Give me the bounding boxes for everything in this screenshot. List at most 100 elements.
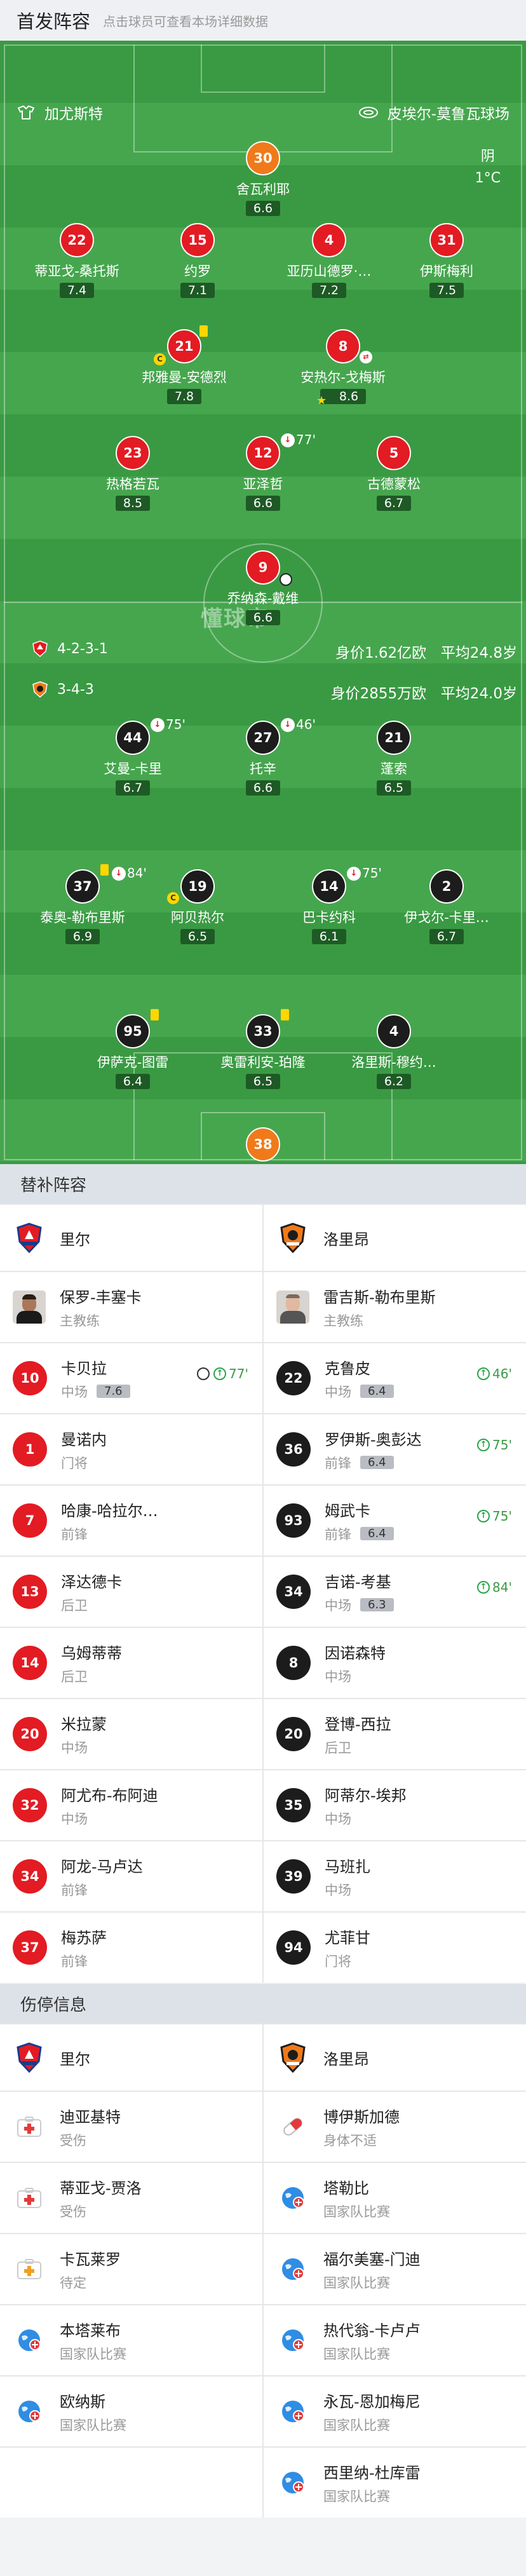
injured-player[interactable]: 本塔莱布 国家队比赛 xyxy=(0,2305,262,2375)
injured-name: 蒂亚戈-贾洛 xyxy=(60,2179,142,2197)
star-icon: ★ xyxy=(316,394,327,407)
injury-reason: 待定 xyxy=(60,2275,86,2291)
sub-name: 乌姆蒂蒂 xyxy=(61,1644,122,1662)
player-number: 23 xyxy=(116,436,150,470)
player-rating: 7.2 xyxy=(311,283,347,298)
player-name: 艾曼-卡里 xyxy=(104,761,162,776)
sub-name: 梅苏萨 xyxy=(61,1929,107,1947)
sub-player[interactable]: 34 阿龙-马卢达 前锋 xyxy=(0,1841,262,1911)
sub-player[interactable]: 1 曼诺内 门将 xyxy=(0,1414,262,1484)
pitch-player[interactable]: 37 泰奥-勒布里斯 6.9 ↓ 84' xyxy=(32,864,147,944)
player-name: 巴卡约科 xyxy=(302,910,356,925)
sub-off-icon: ↓ xyxy=(347,867,361,881)
sub-player[interactable]: 8 因诺森特 中场 xyxy=(264,1628,526,1698)
injured-name: 迪亚基特 xyxy=(60,2108,121,2126)
sub-player[interactable]: 7 哈康-哈拉尔… 前锋 xyxy=(0,1486,262,1556)
player-number: 5 xyxy=(377,436,411,470)
sub-player[interactable]: 34 吉诺-考基 中场 6.3 ↑ 84' xyxy=(264,1557,526,1627)
pitch-player[interactable]: 21 蓬索 6.5 xyxy=(343,721,445,796)
pitch-player[interactable]: 12 亚泽哲 6.6 ↓ 77' xyxy=(212,432,316,511)
pitch-player[interactable]: 15 约罗 7.1 xyxy=(147,223,248,298)
pitch-player[interactable]: 19 阿贝热尔 6.5 C xyxy=(147,869,248,944)
pitch-player[interactable]: 95 伊萨克-图雷 6.4 xyxy=(82,1009,184,1089)
sub-player[interactable]: 13 泽达德卡 后卫 xyxy=(0,1557,262,1627)
injury-away-team[interactable]: 洛里昂 xyxy=(264,2024,526,2091)
injured-player[interactable]: 热代翁-卡卢卢 国家队比赛 xyxy=(264,2305,526,2375)
sub-name: 吉诺-考基 xyxy=(325,1573,391,1591)
player-number: 8 xyxy=(326,329,360,363)
globe-icon xyxy=(276,2395,309,2428)
injured-player[interactable]: 博伊斯加德 身体不适 xyxy=(264,2092,526,2162)
sub-number: 34 xyxy=(13,1859,47,1894)
sub-event: ↑ 75' xyxy=(477,1437,512,1453)
sub-number: 8 xyxy=(276,1646,311,1680)
sub-player[interactable]: 32 阿尤布-布阿迪 中场 xyxy=(0,1770,262,1840)
away-coach[interactable]: 雷吉斯-勒布里斯 主教练 xyxy=(264,1272,526,1342)
player-rating: 6.2 xyxy=(376,1074,412,1089)
injury-home-team[interactable]: 里尔 xyxy=(0,2024,262,2091)
sub-player[interactable]: 20 米拉蒙 中场 xyxy=(0,1699,262,1769)
sub-player[interactable]: 20 登博-西拉 后卫 xyxy=(264,1699,526,1769)
temperature-text: 1°C xyxy=(475,170,501,186)
pitch-player[interactable]: 38姆沃戈7.4 xyxy=(212,1127,314,1164)
sub-player[interactable]: 22 克鲁皮 中场 6.4 ↑ 46' xyxy=(264,1343,526,1413)
pitch-player[interactable]: 23 热格若瓦 8.5 xyxy=(82,436,184,511)
sub-player[interactable]: 35 阿蒂尔-埃邦 中场 xyxy=(264,1770,526,1840)
injury-section-title: 伤停信息 xyxy=(0,1984,526,2023)
pitch-player[interactable]: 4 亚历山德罗·… 7.2 xyxy=(278,223,380,298)
sub-player[interactable]: 14 乌姆蒂蒂 后卫 xyxy=(0,1628,262,1698)
away-formation-text: 3-4-3 xyxy=(57,681,94,698)
player-number: 4 xyxy=(312,223,346,257)
sub-player[interactable]: 93 姆武卡 前锋 6.4 ↑ 75' xyxy=(264,1486,526,1556)
globe-icon xyxy=(276,2466,309,2499)
injured-name: 卡瓦莱罗 xyxy=(60,2250,121,2268)
sub-number: 36 xyxy=(276,1432,311,1467)
injury-reason: 国家队比赛 xyxy=(60,2346,126,2362)
sub-name: 因诺森特 xyxy=(325,1644,386,1662)
subs-away-team[interactable]: 洛里昂 xyxy=(264,1205,526,1271)
sub-player[interactable]: 10 卡贝拉 中场 7.6 ↑ 77' xyxy=(0,1343,262,1413)
sub-position: 中场 xyxy=(61,1740,88,1756)
injured-player[interactable]: 塔勒比 国家队比赛 xyxy=(264,2163,526,2233)
injured-player[interactable]: 福尔美塞-门迪 国家队比赛 xyxy=(264,2234,526,2304)
pitch-player[interactable]: 33 奥雷利安-珀隆 6.5 xyxy=(212,1009,314,1089)
injured-player[interactable]: 迪亚基特 受伤 xyxy=(0,2092,262,2162)
player-number: 2 xyxy=(429,869,464,904)
pitch-player[interactable]: 5 古德蒙松 6.7 xyxy=(343,436,445,511)
pitch-player[interactable]: 44 艾曼-卡里 6.7 ↓ 75' xyxy=(82,717,185,796)
injured-player[interactable]: 卡瓦莱罗 待定 xyxy=(0,2234,262,2304)
globe-icon xyxy=(13,2324,46,2357)
red-cross-icon xyxy=(13,2110,46,2143)
pitch-player[interactable]: 30 舍瓦利耶 6.6 xyxy=(212,141,314,216)
pitch-player[interactable]: 21 邦雅曼-安德烈 7.8 C xyxy=(133,325,235,404)
injured-player[interactable]: 蒂亚戈-贾洛 受伤 xyxy=(0,2163,262,2233)
pitch-player[interactable]: 22 蒂亚戈-桑托斯 7.4 xyxy=(26,223,128,298)
home-coach[interactable]: 保罗-丰塞卡 主教练 xyxy=(0,1272,262,1342)
pitch-player[interactable]: 2 伊戈尔-卡里… 6.7 xyxy=(396,869,497,944)
pitch-player[interactable]: 8 安热尔-戈梅斯 8.6 ⇄ ★ xyxy=(292,329,394,407)
injured-player[interactable]: 永瓦-恩加梅尼 国家队比赛 xyxy=(264,2376,526,2446)
injured-player[interactable]: 西里纳-杜库雷 国家队比赛 xyxy=(264,2448,526,2518)
pitch-player[interactable]: 9 乔纳森-戴维 6.6 xyxy=(212,550,314,625)
pitch-player[interactable]: 27 托辛 6.6 ↓ 46' xyxy=(212,717,316,796)
sub-player[interactable]: 37 梅苏萨 前锋 xyxy=(0,1913,262,1983)
sub-off-icon: ↓ xyxy=(281,718,295,732)
sub-player[interactable]: 39 马班扎 中场 xyxy=(264,1841,526,1911)
sub-number: 20 xyxy=(13,1717,47,1751)
sub-position: 中场 7.6 xyxy=(61,1382,130,1401)
injured-player[interactable]: 欧纳斯 国家队比赛 xyxy=(0,2376,262,2446)
player-name: 舍瓦利耶 xyxy=(236,182,290,197)
sub-player[interactable]: 94 尤菲甘 门将 xyxy=(264,1913,526,1983)
home-value: 身价1.62亿欧 平均24.8岁 xyxy=(335,641,517,662)
lille-logo-icon xyxy=(13,2041,46,2074)
subs-home-team[interactable]: 里尔 xyxy=(0,1205,262,1271)
pitch-player[interactable]: 4 洛里斯-穆约… 6.2 xyxy=(343,1014,445,1089)
player-number: 22 xyxy=(60,223,94,257)
pitch-player[interactable]: 14 巴卡约科 6.1 ↓ 75' xyxy=(278,865,382,944)
red-cross-icon xyxy=(13,2181,46,2214)
sub-on-icon: ↑ xyxy=(477,1510,490,1522)
sub-player[interactable]: 36 罗伊斯-奥彭达 前锋 6.4 ↑ 75' xyxy=(264,1414,526,1484)
pitch-player[interactable]: 31 伊斯梅利 7.5 xyxy=(396,223,497,298)
player-rating: 7.4 xyxy=(59,283,95,298)
sub-name: 马班扎 xyxy=(325,1857,370,1876)
